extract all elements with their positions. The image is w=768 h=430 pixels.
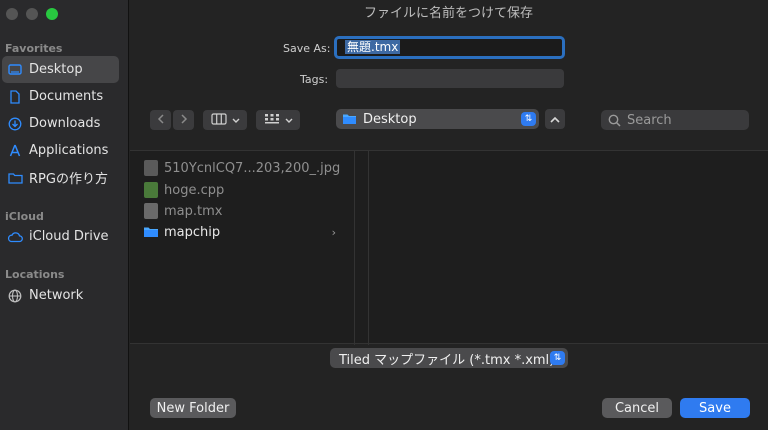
chevron-down-icon [232,113,240,127]
document-icon [7,89,23,105]
group-by-button[interactable] [256,110,300,130]
sidebar-item-label: Desktop [29,62,83,77]
sidebar-item-icloud-drive[interactable]: iCloud Drive [2,223,119,250]
location-popup[interactable]: Desktop ⇅ [336,109,539,129]
file-row[interactable]: hoge.cpp [144,179,342,201]
file-format-popup[interactable]: Tiled マップファイル (*.tmx *.xml) ⇅ [330,348,568,368]
image-file-icon [144,160,158,176]
search-field[interactable]: Search [601,110,749,130]
sidebar-item-network[interactable]: Network [2,282,119,309]
applications-icon [7,143,23,159]
chevron-right-icon: › [331,225,336,239]
sidebar-item-label: Applications [29,143,109,158]
sidebar-item-documents[interactable]: Documents [2,83,119,110]
sidebar-item-desktop[interactable]: Desktop [2,56,119,83]
tags-label: Tags: [300,73,329,86]
folder-icon [342,113,357,125]
new-folder-button[interactable]: New Folder [150,398,236,418]
forward-button[interactable] [173,110,194,130]
sidebar-item-label: iCloud Drive [29,229,109,244]
sidebar-section-icloud: iCloud [5,210,44,223]
file-browser: 510YcnlCQ7...203,200_.jpg hoge.cpp map.t… [130,150,768,345]
file-name: map.tmx [164,203,223,219]
column-divider[interactable] [354,151,355,345]
column-divider[interactable] [368,151,369,345]
file-name: hoge.cpp [164,182,225,198]
grid-icon [264,113,280,128]
zoom-button[interactable] [46,8,58,20]
file-format-label: Tiled マップファイル (*.tmx *.xml) [339,352,555,368]
cloud-icon [7,229,23,245]
tmx-file-icon [144,203,158,219]
globe-icon [7,288,23,304]
sidebar-item-applications[interactable]: Applications [2,137,119,164]
minimize-button[interactable] [26,8,38,20]
columns-view-icon [210,112,227,128]
save-button[interactable]: Save [680,398,750,418]
sidebar-item-rpg-folder[interactable]: RPGの作り方 [2,164,119,191]
up-down-arrows-icon: ⇅ [550,351,565,365]
up-down-arrows-icon: ⇅ [521,112,536,126]
view-columns-button[interactable] [203,110,247,130]
tags-input[interactable] [336,69,564,88]
chevron-left-icon [157,113,165,127]
sidebar-section-favorites: Favorites [5,42,63,55]
folder-icon [7,170,23,186]
chevron-right-icon [180,113,188,127]
folder-icon [144,224,158,240]
location-popup-label: Desktop [363,111,417,127]
sidebar: Favorites Desktop Documents Downloads Ap… [0,0,129,430]
sidebar-item-label: RPGの作り方 [29,172,108,187]
sidebar-item-label: Documents [29,89,104,104]
sidebar-item-downloads[interactable]: Downloads [2,110,119,137]
collapse-button[interactable] [545,109,565,129]
save-as-label: Save As: [283,42,331,55]
download-icon [7,116,23,132]
file-name: mapchip [164,224,221,240]
desktop-icon [7,62,23,78]
save-as-input[interactable]: 無題.tmx [334,36,565,59]
cpp-file-icon [144,182,158,198]
folder-row[interactable]: mapchip › [144,221,342,243]
search-placeholder: Search [627,112,672,128]
cancel-button[interactable]: Cancel [602,398,672,418]
close-button[interactable] [6,8,18,20]
back-button[interactable] [150,110,171,130]
window-controls [6,8,58,20]
sidebar-item-label: Downloads [29,116,101,131]
file-row[interactable]: map.tmx [144,200,342,222]
search-icon [608,114,627,127]
file-name: 510YcnlCQ7...203,200_.jpg [164,160,341,176]
save-dialog: Favorites Desktop Documents Downloads Ap… [0,0,768,430]
save-as-value: 無題.tmx [345,40,401,54]
window-title: ファイルに名前をつけて保存 [363,6,533,21]
chevron-up-icon [550,112,560,126]
sidebar-item-label: Network [29,288,84,303]
chevron-down-icon [285,113,293,127]
file-row[interactable]: 510YcnlCQ7...203,200_.jpg [144,157,342,179]
sidebar-section-locations: Locations [5,268,65,281]
